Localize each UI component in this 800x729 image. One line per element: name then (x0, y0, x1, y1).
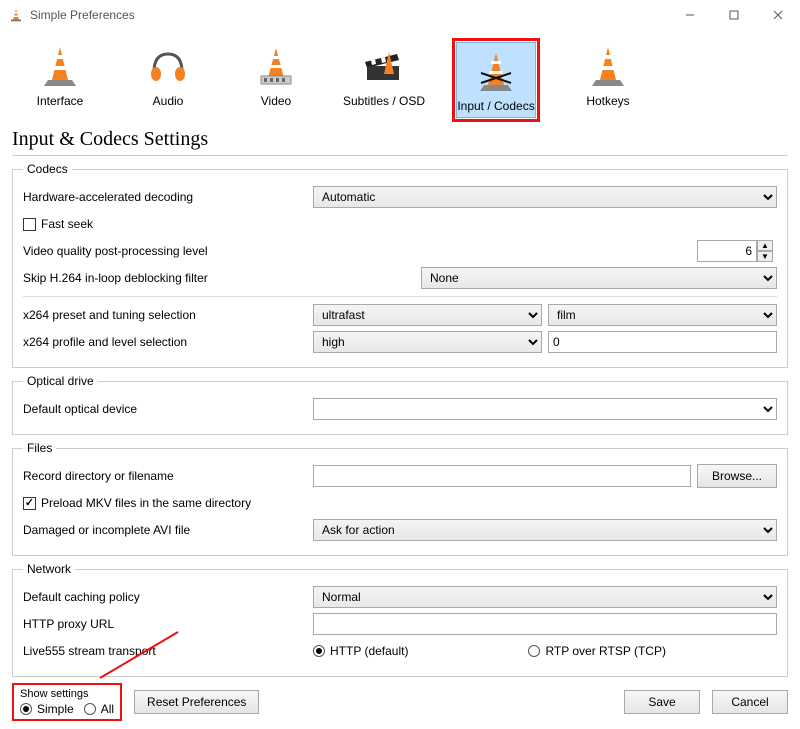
tab-label: Audio (153, 94, 184, 108)
radio-icon (20, 703, 32, 715)
tab-label: Video (261, 94, 291, 108)
reset-preferences-button[interactable]: Reset Preferences (134, 690, 259, 714)
caching-select[interactable]: Normal (313, 586, 777, 608)
headphones-icon (146, 44, 190, 88)
titlebar: Simple Preferences (0, 0, 800, 30)
cone-icon (588, 44, 628, 88)
divider (23, 296, 777, 297)
minimize-button[interactable] (668, 0, 712, 30)
close-button[interactable] (756, 0, 800, 30)
proxy-label: HTTP proxy URL (23, 617, 313, 631)
proxy-input[interactable] (313, 613, 777, 635)
film-cone-icon (255, 44, 297, 88)
tab-video[interactable]: Video (236, 38, 316, 122)
cone-icon (40, 44, 80, 88)
live555-label: Live555 stream transport (23, 644, 313, 658)
x264-profile-label: x264 profile and level selection (23, 335, 313, 349)
browse-button[interactable]: Browse... (697, 464, 777, 488)
checkbox-label: Fast seek (41, 217, 93, 231)
x264-preset-label: x264 preset and tuning selection (23, 308, 313, 322)
radio-label: All (101, 702, 114, 716)
radio-label: RTP over RTSP (TCP) (545, 644, 665, 658)
rtp-rtsp-radio[interactable]: RTP over RTSP (TCP) (528, 644, 665, 658)
checkbox-icon (23, 497, 36, 510)
radio-icon (528, 645, 540, 657)
x264-profile-select[interactable]: high (313, 331, 542, 353)
radio-icon (313, 645, 325, 657)
category-tabs: Interface Audio Video Subtitles / OSD In… (0, 30, 800, 122)
tab-subtitles[interactable]: Subtitles / OSD (344, 38, 424, 122)
radio-icon (84, 703, 96, 715)
preload-mkv-checkbox[interactable]: Preload MKV files in the same directory (23, 496, 251, 510)
group-optical: Optical drive Default optical device (12, 374, 788, 435)
skip-deblocking-select[interactable]: None (421, 267, 777, 289)
tab-label: Hotkeys (586, 94, 629, 108)
video-quality-label: Video quality post-processing level (23, 244, 313, 258)
hw-decoding-label: Hardware-accelerated decoding (23, 190, 313, 204)
spin-up-icon[interactable]: ▲ (757, 240, 773, 251)
vlc-cone-icon (8, 7, 24, 23)
maximize-button[interactable] (712, 0, 756, 30)
tab-audio[interactable]: Audio (128, 38, 208, 122)
skip-deblocking-label: Skip H.264 in-loop deblocking filter (23, 271, 421, 285)
video-quality-input[interactable] (697, 240, 757, 262)
record-dir-label: Record directory or filename (23, 469, 313, 483)
caching-label: Default caching policy (23, 590, 313, 604)
group-files: Files Record directory or filename Brows… (12, 441, 788, 556)
tab-label: Input / Codecs (457, 99, 534, 113)
bottom-bar: Show settings Simple All Reset Preferenc… (0, 683, 800, 721)
clapboard-cone-icon (361, 44, 407, 88)
optical-device-select[interactable] (313, 398, 777, 420)
spin-down-icon[interactable]: ▼ (757, 251, 773, 262)
fast-seek-checkbox[interactable]: Fast seek (23, 217, 93, 231)
x264-level-input[interactable] (548, 331, 777, 353)
all-radio[interactable]: All (84, 702, 114, 716)
page-title: Input & Codecs Settings (12, 128, 788, 151)
cancel-button[interactable]: Cancel (712, 690, 788, 714)
x264-tune-select[interactable]: film (548, 304, 777, 326)
group-network: Network Default caching policy Normal HT… (12, 562, 788, 677)
divider (12, 155, 788, 156)
tab-interface[interactable]: Interface (20, 38, 100, 122)
input-cone-icon (475, 49, 517, 93)
damaged-avi-label: Damaged or incomplete AVI file (23, 523, 313, 537)
radio-label: HTTP (default) (330, 644, 408, 658)
tab-label: Subtitles / OSD (343, 94, 425, 108)
tab-label: Interface (37, 94, 84, 108)
window-title: Simple Preferences (30, 8, 668, 22)
group-legend: Files (23, 441, 56, 455)
tab-hotkeys[interactable]: Hotkeys (568, 38, 648, 122)
show-settings-group: Show settings Simple All (12, 683, 122, 721)
radio-label: Simple (37, 702, 74, 716)
checkbox-label: Preload MKV files in the same directory (41, 496, 251, 510)
group-legend: Codecs (23, 162, 72, 176)
group-legend: Optical drive (23, 374, 98, 388)
damaged-avi-select[interactable]: Ask for action (313, 519, 777, 541)
x264-preset-select[interactable]: ultrafast (313, 304, 542, 326)
simple-radio[interactable]: Simple (20, 702, 74, 716)
http-default-radio[interactable]: HTTP (default) (313, 644, 408, 658)
hw-decoding-select[interactable]: Automatic (313, 186, 777, 208)
record-dir-input[interactable] (313, 465, 691, 487)
group-codecs: Codecs Hardware-accelerated decoding Aut… (12, 162, 788, 368)
video-quality-spinner[interactable]: ▲▼ (697, 240, 777, 262)
show-settings-label: Show settings (20, 688, 114, 700)
checkbox-icon (23, 218, 36, 231)
save-button[interactable]: Save (624, 690, 700, 714)
group-legend: Network (23, 562, 75, 576)
optical-device-label: Default optical device (23, 402, 313, 416)
tab-input-codecs[interactable]: Input / Codecs (456, 42, 536, 118)
